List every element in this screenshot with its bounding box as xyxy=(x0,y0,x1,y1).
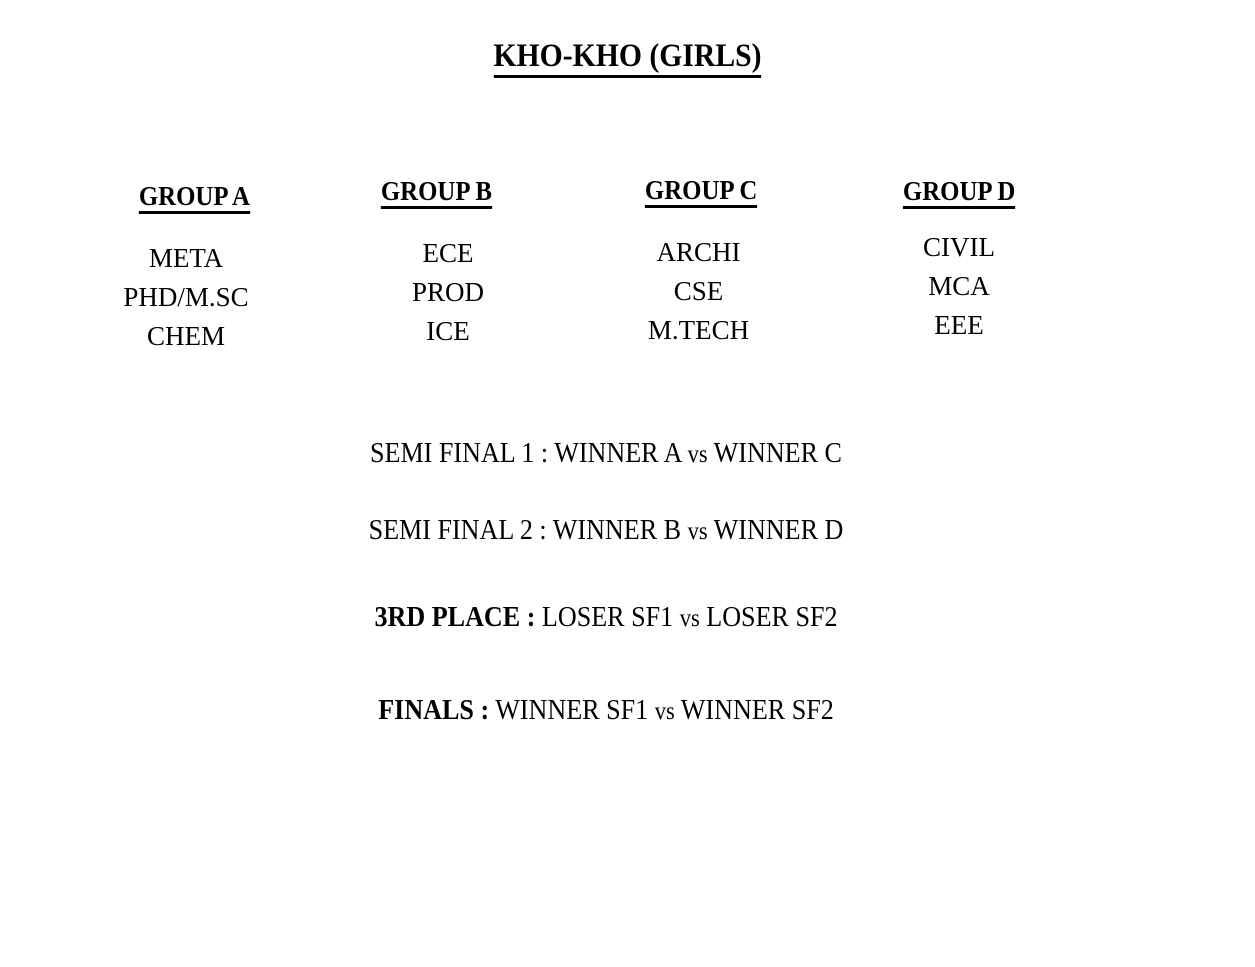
fixture-vs: vs xyxy=(679,605,700,632)
group-a-heading: GROUP A xyxy=(138,182,250,214)
group-a-member: PHD/M.SC xyxy=(123,282,249,312)
page-title: KHO-KHO (GIRLS) xyxy=(63,36,1193,78)
group-c-members: ARCHI CSE M.TECH xyxy=(576,233,821,350)
group-c: GROUP C ARCHI CSE M.TECH xyxy=(581,176,821,350)
group-d-member: CIVIL xyxy=(923,232,995,262)
group-d: GROUP D CIVIL MCA EEE xyxy=(839,177,1079,345)
fixture-vs: vs xyxy=(687,518,708,545)
fixture-vs: vs xyxy=(687,441,708,468)
fixture-label: SEMI FINAL 2 : xyxy=(368,514,547,546)
fixture-team: WINNER A xyxy=(554,437,682,469)
fixture-third-place: 3RD PLACE : LOSER SF1 vs LOSER SF2 xyxy=(61,600,1152,636)
group-d-members: CIVIL MCA EEE xyxy=(839,228,1079,345)
fixture-team: LOSER SF1 xyxy=(541,601,674,633)
fixture-label: FINALS : xyxy=(378,694,490,726)
group-b-member: ICE xyxy=(426,316,470,346)
fixture-team: WINNER B xyxy=(552,514,682,546)
fixture-team: WINNER SF2 xyxy=(680,694,834,726)
group-b-heading: GROUP B xyxy=(380,177,492,209)
group-c-heading: GROUP C xyxy=(644,176,758,208)
group-a-member: CHEM xyxy=(146,321,225,351)
group-a-member: META xyxy=(148,243,224,273)
fixture-team: WINNER C xyxy=(713,437,842,469)
fixture-team: LOSER SF2 xyxy=(706,601,838,633)
fixture-label: SEMI FINAL 1 : xyxy=(370,437,549,469)
fixture-finals: FINALS : WINNER SF1 vs WINNER SF2 xyxy=(61,693,1152,729)
fixture-semi-final-2: SEMI FINAL 2 : WINNER B vs WINNER D xyxy=(61,513,1152,549)
group-b-members: ECE PROD ICE xyxy=(340,234,556,351)
group-a-members: META PHD/M.SC CHEM xyxy=(58,239,314,356)
page-title-text: KHO-KHO (GIRLS) xyxy=(493,39,762,78)
group-b: GROUP B ECE PROD ICE xyxy=(316,177,556,351)
fixture-label: 3RD PLACE : xyxy=(374,601,536,633)
fixture-team: WINNER SF1 xyxy=(495,694,649,726)
group-c-member: ARCHI xyxy=(656,237,741,267)
group-c-member: CSE xyxy=(673,276,724,306)
group-c-member: M.TECH xyxy=(647,315,750,345)
group-b-member: ECE xyxy=(422,238,474,268)
fixture-vs: vs xyxy=(654,698,675,725)
fixture-team: WINNER D xyxy=(713,514,844,546)
group-d-heading: GROUP D xyxy=(902,177,1016,209)
group-d-member: EEE xyxy=(934,310,984,340)
group-b-member: PROD xyxy=(411,277,485,307)
group-a: GROUP A META PHD/M.SC CHEM xyxy=(74,182,314,356)
group-d-member: MCA xyxy=(928,271,990,301)
fixture-semi-final-1: SEMI FINAL 1 : WINNER A vs WINNER C xyxy=(61,436,1152,472)
